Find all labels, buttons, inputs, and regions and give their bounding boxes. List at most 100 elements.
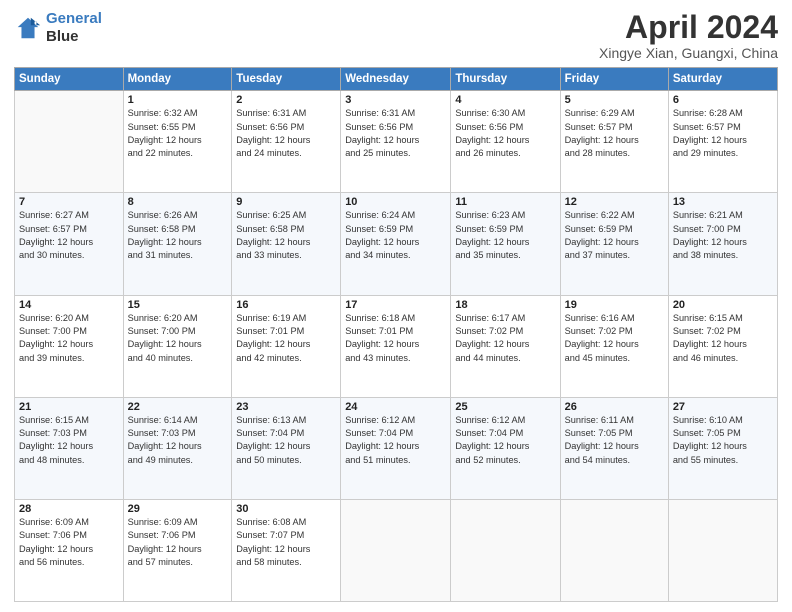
day-info: Sunrise: 6:22 AM Sunset: 6:59 PM Dayligh… [565,209,664,262]
calendar-day-cell: 7Sunrise: 6:27 AM Sunset: 6:57 PM Daylig… [15,193,124,295]
header: General Blue April 2024 Xingye Xian, Gua… [14,10,778,61]
day-info: Sunrise: 6:16 AM Sunset: 7:02 PM Dayligh… [565,312,664,365]
day-number: 25 [455,401,555,413]
calendar-day-cell: 21Sunrise: 6:15 AM Sunset: 7:03 PM Dayli… [15,397,124,499]
calendar-day-cell: 3Sunrise: 6:31 AM Sunset: 6:56 PM Daylig… [341,91,451,193]
calendar-day-cell: 26Sunrise: 6:11 AM Sunset: 7:05 PM Dayli… [560,397,668,499]
calendar-day-cell: 28Sunrise: 6:09 AM Sunset: 7:06 PM Dayli… [15,499,124,601]
calendar-day-cell: 30Sunrise: 6:08 AM Sunset: 7:07 PM Dayli… [232,499,341,601]
page: General Blue April 2024 Xingye Xian, Gua… [0,0,792,612]
day-number: 11 [455,196,555,208]
day-number: 21 [19,401,119,413]
calendar-day-cell: 1Sunrise: 6:32 AM Sunset: 6:55 PM Daylig… [123,91,232,193]
calendar-day-cell: 18Sunrise: 6:17 AM Sunset: 7:02 PM Dayli… [451,295,560,397]
day-number: 16 [236,299,336,311]
calendar-day-cell [451,499,560,601]
calendar-day-cell: 4Sunrise: 6:30 AM Sunset: 6:56 PM Daylig… [451,91,560,193]
day-info: Sunrise: 6:18 AM Sunset: 7:01 PM Dayligh… [345,312,446,365]
day-info: Sunrise: 6:15 AM Sunset: 7:03 PM Dayligh… [19,414,119,467]
day-info: Sunrise: 6:21 AM Sunset: 7:00 PM Dayligh… [673,209,773,262]
calendar-day-cell: 12Sunrise: 6:22 AM Sunset: 6:59 PM Dayli… [560,193,668,295]
day-info: Sunrise: 6:17 AM Sunset: 7:02 PM Dayligh… [455,312,555,365]
logo: General Blue [14,10,102,46]
title-block: April 2024 Xingye Xian, Guangxi, China [599,10,778,61]
day-info: Sunrise: 6:25 AM Sunset: 6:58 PM Dayligh… [236,209,336,262]
day-number: 20 [673,299,773,311]
calendar-week-row: 14Sunrise: 6:20 AM Sunset: 7:00 PM Dayli… [15,295,778,397]
day-info: Sunrise: 6:31 AM Sunset: 6:56 PM Dayligh… [236,107,336,160]
day-info: Sunrise: 6:12 AM Sunset: 7:04 PM Dayligh… [455,414,555,467]
calendar-day-cell: 11Sunrise: 6:23 AM Sunset: 6:59 PM Dayli… [451,193,560,295]
logo-line1: General [46,10,102,27]
calendar-day-cell [15,91,124,193]
calendar-body: 1Sunrise: 6:32 AM Sunset: 6:55 PM Daylig… [15,91,778,602]
day-number: 26 [565,401,664,413]
day-info: Sunrise: 6:09 AM Sunset: 7:06 PM Dayligh… [128,516,228,569]
day-info: Sunrise: 6:28 AM Sunset: 6:57 PM Dayligh… [673,107,773,160]
day-number: 28 [19,503,119,515]
day-number: 12 [565,196,664,208]
day-number: 4 [455,94,555,106]
day-info: Sunrise: 6:26 AM Sunset: 6:58 PM Dayligh… [128,209,228,262]
day-number: 13 [673,196,773,208]
day-number: 8 [128,196,228,208]
day-info: Sunrise: 6:12 AM Sunset: 7:04 PM Dayligh… [345,414,446,467]
day-info: Sunrise: 6:20 AM Sunset: 7:00 PM Dayligh… [19,312,119,365]
calendar-day-cell: 5Sunrise: 6:29 AM Sunset: 6:57 PM Daylig… [560,91,668,193]
day-number: 6 [673,94,773,106]
month-title: April 2024 [599,10,778,45]
day-number: 30 [236,503,336,515]
day-number: 24 [345,401,446,413]
calendar-day-cell: 6Sunrise: 6:28 AM Sunset: 6:57 PM Daylig… [668,91,777,193]
day-number: 10 [345,196,446,208]
calendar-header-cell: Sunday [15,68,124,91]
calendar-table: SundayMondayTuesdayWednesdayThursdayFrid… [14,67,778,602]
calendar-day-cell: 25Sunrise: 6:12 AM Sunset: 7:04 PM Dayli… [451,397,560,499]
calendar-day-cell: 27Sunrise: 6:10 AM Sunset: 7:05 PM Dayli… [668,397,777,499]
day-number: 27 [673,401,773,413]
calendar-header-cell: Friday [560,68,668,91]
calendar-week-row: 1Sunrise: 6:32 AM Sunset: 6:55 PM Daylig… [15,91,778,193]
day-number: 18 [455,299,555,311]
day-info: Sunrise: 6:20 AM Sunset: 7:00 PM Dayligh… [128,312,228,365]
calendar-day-cell: 16Sunrise: 6:19 AM Sunset: 7:01 PM Dayli… [232,295,341,397]
day-info: Sunrise: 6:31 AM Sunset: 6:56 PM Dayligh… [345,107,446,160]
day-number: 7 [19,196,119,208]
calendar-day-cell: 15Sunrise: 6:20 AM Sunset: 7:00 PM Dayli… [123,295,232,397]
calendar-header-cell: Tuesday [232,68,341,91]
calendar-day-cell: 22Sunrise: 6:14 AM Sunset: 7:03 PM Dayli… [123,397,232,499]
logo-line2: Blue [46,28,102,46]
day-number: 17 [345,299,446,311]
day-info: Sunrise: 6:09 AM Sunset: 7:06 PM Dayligh… [19,516,119,569]
calendar-day-cell: 20Sunrise: 6:15 AM Sunset: 7:02 PM Dayli… [668,295,777,397]
calendar-week-row: 21Sunrise: 6:15 AM Sunset: 7:03 PM Dayli… [15,397,778,499]
day-info: Sunrise: 6:24 AM Sunset: 6:59 PM Dayligh… [345,209,446,262]
day-info: Sunrise: 6:30 AM Sunset: 6:56 PM Dayligh… [455,107,555,160]
calendar-day-cell: 17Sunrise: 6:18 AM Sunset: 7:01 PM Dayli… [341,295,451,397]
calendar-header-cell: Thursday [451,68,560,91]
day-info: Sunrise: 6:10 AM Sunset: 7:05 PM Dayligh… [673,414,773,467]
calendar-day-cell: 9Sunrise: 6:25 AM Sunset: 6:58 PM Daylig… [232,193,341,295]
calendar-day-cell: 23Sunrise: 6:13 AM Sunset: 7:04 PM Dayli… [232,397,341,499]
day-number: 14 [19,299,119,311]
calendar-day-cell [560,499,668,601]
calendar-day-cell [668,499,777,601]
day-number: 5 [565,94,664,106]
calendar-day-cell: 29Sunrise: 6:09 AM Sunset: 7:06 PM Dayli… [123,499,232,601]
day-number: 3 [345,94,446,106]
calendar-header-cell: Wednesday [341,68,451,91]
calendar-day-cell: 24Sunrise: 6:12 AM Sunset: 7:04 PM Dayli… [341,397,451,499]
day-info: Sunrise: 6:19 AM Sunset: 7:01 PM Dayligh… [236,312,336,365]
day-info: Sunrise: 6:11 AM Sunset: 7:05 PM Dayligh… [565,414,664,467]
day-info: Sunrise: 6:32 AM Sunset: 6:55 PM Dayligh… [128,107,228,160]
day-info: Sunrise: 6:27 AM Sunset: 6:57 PM Dayligh… [19,209,119,262]
day-number: 22 [128,401,228,413]
day-number: 29 [128,503,228,515]
day-number: 9 [236,196,336,208]
day-info: Sunrise: 6:29 AM Sunset: 6:57 PM Dayligh… [565,107,664,160]
logo-text: General Blue [46,10,102,46]
day-number: 1 [128,94,228,106]
day-number: 2 [236,94,336,106]
day-info: Sunrise: 6:15 AM Sunset: 7:02 PM Dayligh… [673,312,773,365]
calendar-week-row: 28Sunrise: 6:09 AM Sunset: 7:06 PM Dayli… [15,499,778,601]
